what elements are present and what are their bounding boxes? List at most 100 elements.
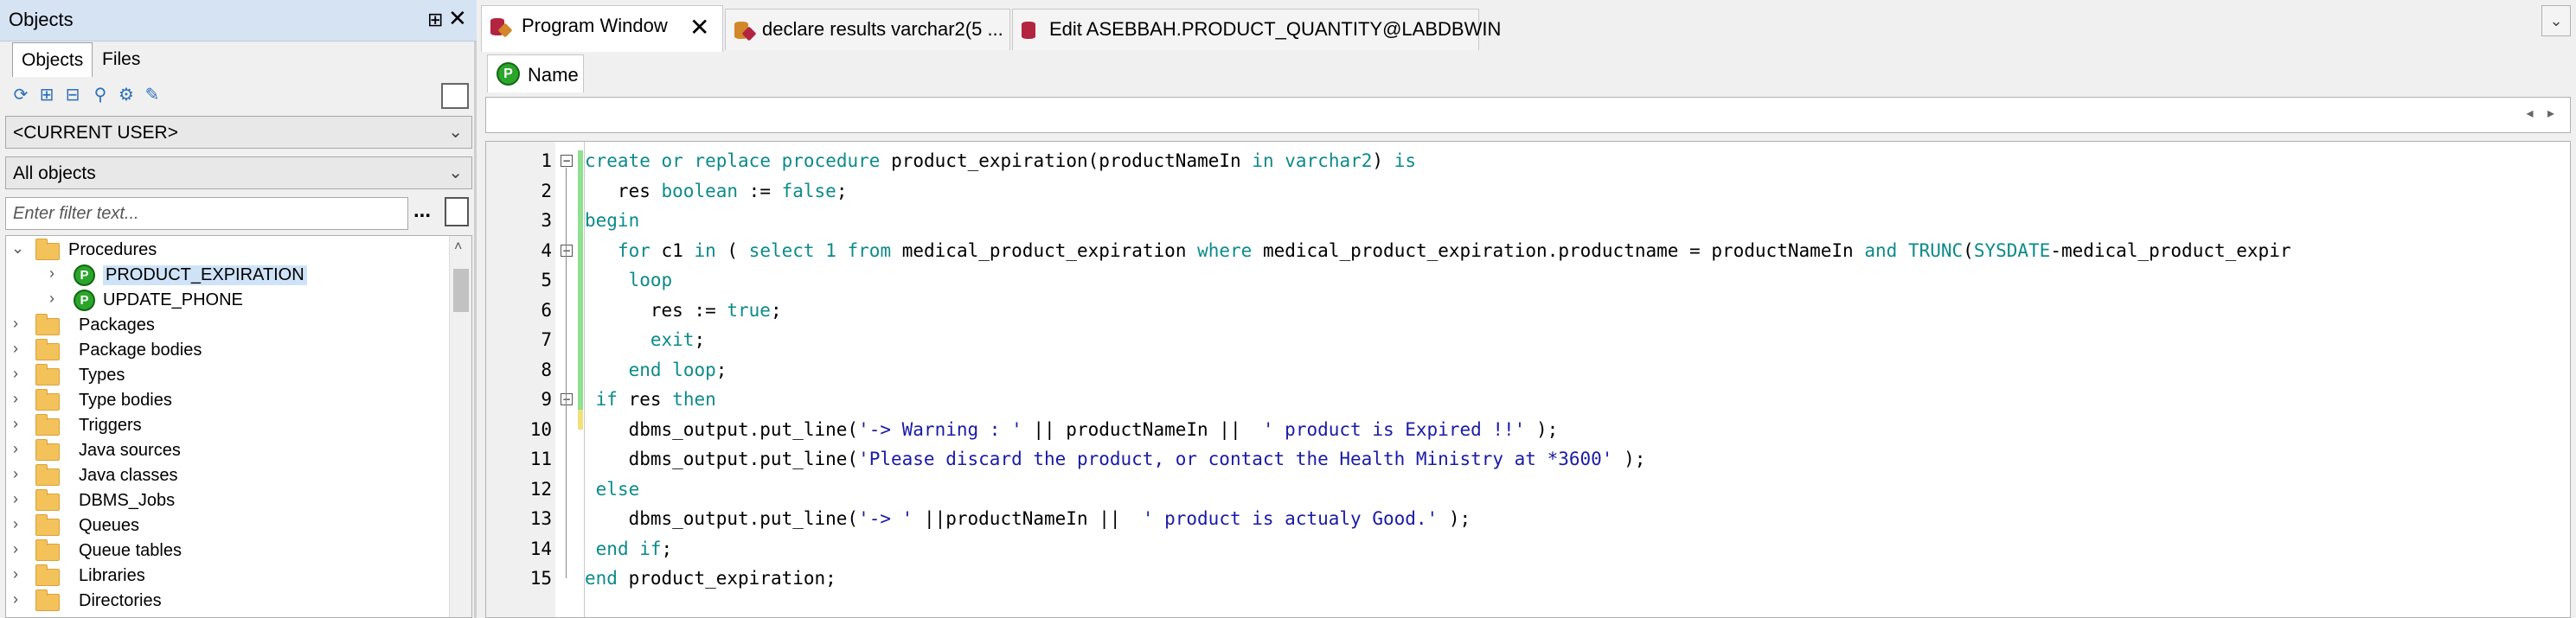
chevron-right-icon[interactable]: › — [13, 415, 18, 433]
tabs-menu-button[interactable]: ⌄ — [2541, 5, 2571, 36]
folder-icon — [35, 439, 60, 461]
chevron-right-icon[interactable]: › — [49, 290, 54, 308]
toggle-checkbox[interactable] — [441, 83, 469, 109]
tab-files[interactable]: Files — [93, 42, 149, 77]
tree-folder-packages[interactable]: › Packages — [6, 313, 447, 338]
line-number: 6 — [541, 299, 552, 321]
code-line[interactable]: else — [585, 479, 640, 500]
objects-panel-titlebar: Objects ⊞ ✕ — [0, 0, 477, 41]
close-panel-icon[interactable]: ✕ — [448, 5, 467, 32]
tree-folder-procedures[interactable]: ⌄ Procedures — [6, 238, 447, 263]
find-icon[interactable]: ⚲ — [90, 85, 111, 105]
chevron-right-icon[interactable]: › — [13, 365, 18, 383]
chevron-down-icon: ⌄ — [448, 123, 463, 142]
code-line[interactable]: dbms_output.put_line('-> Warning : ' || … — [585, 419, 1559, 440]
line-number: 14 — [529, 538, 552, 559]
line-number: 8 — [541, 359, 552, 380]
code-line[interactable]: res boolean := false; — [585, 181, 848, 201]
code-line[interactable]: res := true; — [585, 300, 782, 321]
tree-folder-type-bodies[interactable]: › Type bodies — [6, 388, 447, 413]
tree-folder-queue-tables[interactable]: › Queue tables — [6, 538, 447, 564]
scrollbar-thumb[interactable] — [453, 269, 469, 312]
pin-icon[interactable]: ⊞ — [427, 9, 443, 31]
tree-folder-queues[interactable]: › Queues — [6, 513, 447, 538]
line-number: 4 — [541, 239, 552, 261]
tree-folder-java-sources[interactable]: › Java sources — [6, 438, 447, 463]
procedure-icon: P — [74, 264, 95, 286]
tree-folder-package-bodies[interactable]: › Package bodies — [6, 338, 447, 363]
new-document-icon[interactable] — [445, 197, 469, 226]
line-number: 11 — [529, 449, 552, 469]
line-number: 12 — [529, 478, 552, 500]
code-line[interactable]: begin — [585, 210, 639, 231]
tree-item-update-phone[interactable]: › P UPDATE_PHONE — [6, 288, 447, 313]
line-number: 13 — [529, 508, 552, 529]
tree-folder-types[interactable]: › Types — [6, 363, 447, 388]
user-dropdown-value: <CURRENT USER> — [13, 123, 178, 143]
tree-folder-label: Java classes — [79, 466, 178, 485]
tree-item-label: PRODUCT_EXPIRATION — [103, 265, 307, 285]
filter-more-button[interactable]: ... — [413, 199, 431, 223]
object-tree: ⌄ Procedures › P PRODUCT_EXPIRATION › P … — [5, 235, 472, 618]
tree-folder-label: Java sources — [79, 441, 181, 460]
chevron-right-icon[interactable]: › — [13, 390, 18, 408]
tab-program-window[interactable]: Program Window ✕ — [481, 5, 723, 52]
tab-label: declare results varchar2(5 ... — [762, 18, 1003, 40]
tab-edit-product-quantity[interactable]: Edit ASEBBAH.PRODUCT_QUANTITY@LABDBWIN — [1012, 9, 1501, 50]
chevron-right-icon[interactable]: › — [13, 465, 18, 483]
user-dropdown[interactable]: <CURRENT USER> ⌄ — [5, 116, 472, 149]
chevron-right-icon[interactable]: › — [13, 490, 18, 508]
chevron-right-icon[interactable]: › — [13, 440, 18, 458]
refresh-icon[interactable]: ⟳ — [10, 85, 31, 105]
tree-folder-java-classes[interactable]: › Java classes — [6, 463, 447, 488]
code-line[interactable]: dbms_output.put_line('Please discard the… — [585, 449, 1646, 469]
chevron-right-icon[interactable]: › — [13, 590, 18, 608]
chevron-right-icon[interactable]: › — [13, 515, 18, 533]
filter-input[interactable] — [5, 197, 408, 230]
objects-toolbar: ⟳ ⊞ ⊟ ⚲ ⚙ ✎ — [0, 80, 477, 112]
chevron-down-icon[interactable]: ⌄ — [11, 239, 24, 258]
close-tab-icon[interactable]: ✕ — [689, 13, 709, 41]
tab-declare-results[interactable]: declare results varchar2(5 ... — [725, 9, 1010, 50]
tree-folder-triggers[interactable]: › Triggers — [6, 413, 447, 438]
scroll-arrows-icon[interactable]: ◂ ▸ — [2526, 105, 2560, 122]
code-line[interactable]: dbms_output.put_line('-> ' ||productName… — [585, 508, 1471, 529]
tree-item-product-expiration[interactable]: › P PRODUCT_EXPIRATION — [6, 263, 447, 288]
change-marker — [578, 150, 583, 410]
collapse-all-icon[interactable]: ⊟ — [62, 85, 83, 105]
code-line[interactable]: end if; — [585, 538, 673, 559]
tab-objects[interactable]: Objects — [12, 42, 93, 77]
tab-name[interactable]: P Name — [487, 54, 584, 92]
tree-folder-dbms-jobs[interactable]: › DBMS_Jobs — [6, 488, 447, 513]
objects-panel: Objects ⊞ ✕ Objects Files ⟳ ⊞ ⊟ ⚲ ⚙ ✎ <C… — [0, 0, 477, 618]
code-editor[interactable]: 1 2 3 4 5 6 7 8 9 10 11 12 13 14 15 create or replace … — [485, 141, 2571, 618]
chevron-up-icon[interactable]: ˄ — [454, 239, 462, 255]
code-line[interactable]: if res then — [585, 389, 716, 410]
filter-icon[interactable]: ⚙ — [116, 85, 137, 105]
chevron-right-icon[interactable]: › — [13, 540, 18, 558]
collapse-icon[interactable]: − — [561, 244, 573, 257]
sql-window-icon — [733, 18, 757, 41]
folder-icon — [35, 314, 60, 335]
chevron-right-icon[interactable]: › — [13, 315, 18, 333]
code-line[interactable]: end product_expiration; — [585, 568, 836, 589]
program-window-icon — [489, 15, 513, 38]
code-line[interactable]: end loop; — [585, 360, 727, 380]
chevron-right-icon[interactable]: › — [13, 565, 18, 583]
tree-folder-libraries[interactable]: › Libraries — [6, 564, 447, 589]
folder-icon — [35, 514, 60, 536]
collapse-icon[interactable]: − — [561, 393, 573, 405]
code-line[interactable]: for c1 in ( select 1 from medical_produc… — [585, 240, 2291, 261]
chevron-right-icon[interactable]: › — [13, 340, 18, 358]
tree-folder-directories[interactable]: › Directories — [6, 589, 447, 614]
collapse-icon[interactable]: − — [561, 155, 573, 167]
chevron-right-icon[interactable]: › — [49, 264, 54, 283]
code-line[interactable]: create or replace procedure product_expi… — [585, 150, 1416, 171]
properties-icon[interactable]: ✎ — [142, 85, 163, 105]
tree-scrollbar[interactable]: ˄ — [449, 236, 471, 617]
expand-all-icon[interactable]: ⊞ — [36, 85, 57, 105]
object-type-dropdown[interactable]: All objects ⌄ — [5, 156, 472, 189]
code-line[interactable]: loop — [585, 270, 673, 290]
tree-folder-label: DBMS_Jobs — [79, 491, 176, 510]
code-line[interactable]: exit; — [585, 329, 705, 350]
